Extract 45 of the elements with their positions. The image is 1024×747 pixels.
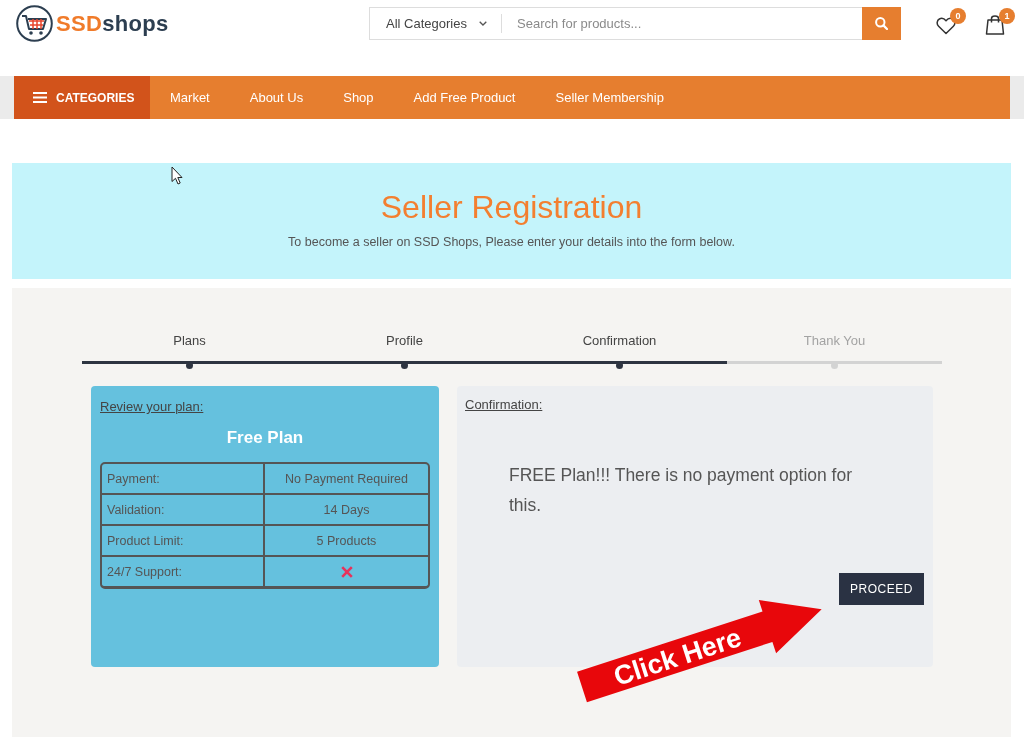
category-dropdown[interactable]: All Categories xyxy=(369,7,501,40)
callout-text: Click Here xyxy=(609,622,745,692)
step-label: Profile xyxy=(386,333,423,349)
step-dot-icon xyxy=(831,362,838,369)
table-cell: Product Limit: xyxy=(102,526,265,557)
page-subtitle: To become a seller on SSD Shops, Please enter your details into the form below. xyxy=(287,234,736,250)
search-button[interactable] xyxy=(862,7,901,40)
table-cell: 5 Products xyxy=(265,526,428,557)
shopping-bag-icon xyxy=(985,14,1005,35)
menu-icon xyxy=(33,92,47,103)
count-badge: 1 xyxy=(999,8,1015,24)
proceed-button[interactable]: PROCEED xyxy=(839,573,924,605)
heart-icon xyxy=(936,17,956,35)
search-icon xyxy=(875,17,888,30)
table-cell: 14 Days xyxy=(265,495,428,526)
step-label: Confirmation xyxy=(582,333,657,349)
cross-icon xyxy=(340,565,353,578)
confirmation-message: FREE Plan!!! There is no payment option for this. xyxy=(509,464,854,517)
nav-link[interactable]: Seller Membership xyxy=(535,76,684,119)
nav-link[interactable]: Market xyxy=(150,76,230,119)
wishlist-button[interactable]: 0 xyxy=(936,8,966,35)
page-title: Seller Registration xyxy=(379,189,644,225)
table-cell: Validation: xyxy=(102,495,265,526)
step-dot-icon xyxy=(616,362,623,369)
nav-link[interactable]: About Us xyxy=(229,76,324,119)
step-label: Plans xyxy=(173,333,206,349)
step-dot-icon xyxy=(186,362,193,369)
table-cell: 24/7 Support: xyxy=(102,557,265,586)
cart-button[interactable]: 1 xyxy=(985,8,1015,35)
chevron-down-icon xyxy=(479,21,487,26)
table-cell: No Payment Required xyxy=(265,464,428,495)
mouse-pointer-icon xyxy=(171,166,183,185)
card-heading: Confirmation: xyxy=(465,397,543,413)
nav-link[interactable]: Shop xyxy=(323,76,394,119)
nav-link[interactable]: Add Free Product xyxy=(393,76,536,119)
count-badge: 0 xyxy=(950,8,966,24)
search-field[interactable]: Search for products... xyxy=(502,7,862,40)
step-dot-icon xyxy=(401,362,408,369)
categories-button[interactable]: CATEGORIES xyxy=(14,76,150,119)
cart-logo-icon xyxy=(16,5,53,42)
table-cell: Payment: xyxy=(102,464,265,495)
logo-text: SSDshops xyxy=(56,9,169,38)
card-heading: Review your plan: xyxy=(100,399,204,415)
step-label: Thank You xyxy=(803,333,866,349)
plan-name: Free Plan xyxy=(225,428,305,448)
